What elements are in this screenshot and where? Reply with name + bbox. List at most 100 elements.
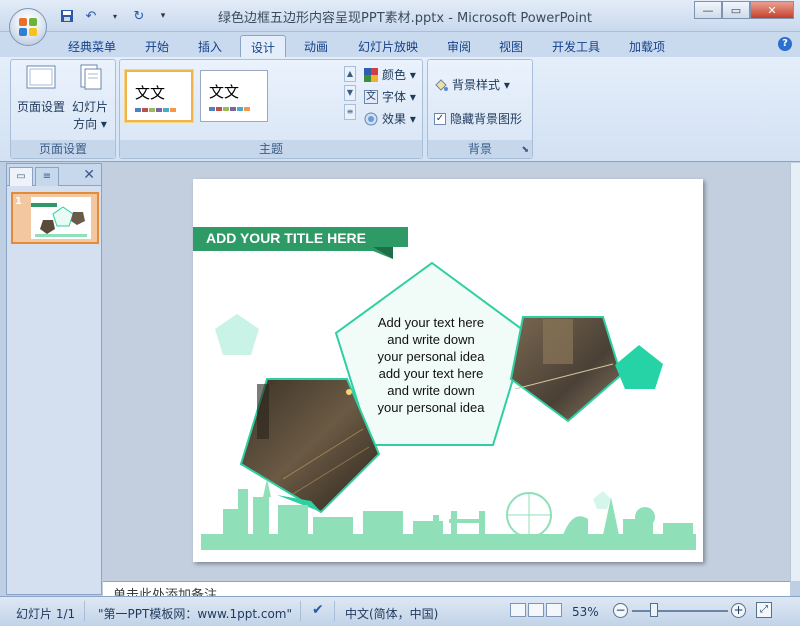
notes-pane[interactable]: 单击此处添加备注 xyxy=(103,581,790,596)
tab-home[interactable]: 开始 xyxy=(138,35,176,57)
page-setup-group: 页面设置 幻灯片 方向 ▾ 页面设置 xyxy=(10,59,116,159)
status-bar: 幻灯片 1/1 "第一PPT模板网：www.1ppt.com" ✔ 中文(简体，… xyxy=(0,596,800,626)
vertical-scrollbar[interactable] xyxy=(790,163,800,581)
office-logo-icon xyxy=(19,18,37,36)
status-separator xyxy=(300,601,301,621)
body-line: and write down xyxy=(387,332,475,347)
theme-thumbnail-office[interactable]: 文文 xyxy=(125,70,193,122)
ribbon-tabs: 经典菜单 开始 插入 设计 动画 幻灯片放映 审阅 视图 开发工具 加载项 ? xyxy=(0,32,800,57)
spellcheck-icon[interactable]: ✔ xyxy=(312,602,324,618)
slide-orientation-label-2: 方向 ▾ xyxy=(73,117,107,131)
theme-effects-label: 效果 ▾ xyxy=(382,112,416,126)
zoom-level[interactable]: 53% xyxy=(572,605,599,619)
fonts-icon: 文 xyxy=(364,89,378,104)
slideshow-view-icon[interactable] xyxy=(546,603,562,617)
tab-classic-menu[interactable]: 经典菜单 xyxy=(62,35,122,57)
checkbox-checked-icon: ✓ xyxy=(434,112,446,125)
background-styles-button[interactable]: 背景样式 ▾ xyxy=(434,76,510,93)
tab-view[interactable]: 视图 xyxy=(492,35,530,57)
slide-orientation-button[interactable]: 幻灯片 方向 ▾ xyxy=(67,64,113,133)
theme-scroll-down-button[interactable]: ▼ xyxy=(344,85,356,101)
slide-orientation-icon xyxy=(80,64,102,90)
slide-body-text[interactable]: Add your text here and write down your p… xyxy=(361,314,501,416)
slide-thumbnail[interactable]: 1 xyxy=(11,192,99,244)
close-button[interactable]: ✕ xyxy=(750,1,794,19)
outline-tab[interactable]: ≡ xyxy=(35,167,59,186)
tab-design[interactable]: 设计 xyxy=(240,35,286,57)
body-line: add your text here xyxy=(378,366,484,381)
theme-effects-button[interactable]: 效果 ▾ xyxy=(364,110,416,127)
background-styles-label: 背景样式 ▾ xyxy=(452,78,510,92)
zoom-in-icon[interactable]: + xyxy=(731,603,746,618)
city-skyline xyxy=(201,479,696,550)
close-pane-icon[interactable]: ✕ xyxy=(83,167,95,183)
ribbon: 页面设置 幻灯片 方向 ▾ 页面设置 文文 文文 ▲ ▼ ≡ 颜色 ▾ 文 字体… xyxy=(0,57,800,162)
notes-placeholder: 单击此处添加备注 xyxy=(113,588,218,596)
zoom-slider-track[interactable] xyxy=(632,610,728,612)
tab-review[interactable]: 审阅 xyxy=(440,35,478,57)
small-pentagon-right xyxy=(615,345,663,389)
window-title: 绿色边框五边形内容呈现PPT素材.pptx - Microsoft PowerP… xyxy=(218,11,592,26)
fit-to-window-icon[interactable]: ⤢ xyxy=(756,602,772,618)
slides-pane-tabs: ▭ ≡ ✕ xyxy=(7,164,101,186)
slide-orientation-label-1: 幻灯片 xyxy=(71,100,108,114)
minimize-button[interactable]: — xyxy=(694,1,722,19)
theme-scroll-up-button[interactable]: ▲ xyxy=(344,66,356,82)
tab-animation[interactable]: 动画 xyxy=(297,35,335,57)
normal-view-icon[interactable] xyxy=(510,603,526,617)
slide-editing-area: ADD YOUR TITLE HERE Add your text here a… xyxy=(103,163,790,581)
theme-colors-label: 颜色 ▾ xyxy=(382,68,416,82)
status-separator xyxy=(84,601,85,621)
maximize-button[interactable]: ▭ xyxy=(722,1,750,19)
background-group: 背景样式 ▾ ✓ 隐藏背景图形 背景 ⬊ xyxy=(427,59,533,159)
slide-count: 幻灯片 1/1 xyxy=(16,607,76,621)
theme-thumbnail-text: 文文 xyxy=(209,83,240,101)
slide-title-text[interactable]: ADD YOUR TITLE HERE xyxy=(206,230,366,246)
tab-addins[interactable]: 加载项 xyxy=(622,35,672,57)
slide-thumbnail-number: 1 xyxy=(15,196,22,207)
zoom-out-icon[interactable]: − xyxy=(613,603,628,618)
dialog-launcher-icon[interactable]: ⬊ xyxy=(521,145,529,155)
slides-pane: ▭ ≡ ✕ 1 xyxy=(6,163,102,595)
page-setup-button[interactable]: 页面设置 xyxy=(15,64,67,116)
body-line: and write down xyxy=(387,383,475,398)
theme-fonts-label: 字体 ▾ xyxy=(382,90,416,104)
theme-color-bars xyxy=(135,108,176,112)
hide-background-graphics-label: 隐藏背景图形 xyxy=(450,112,523,126)
theme-fonts-button[interactable]: 文 字体 ▾ xyxy=(364,88,416,105)
status-separator xyxy=(334,601,335,621)
body-line: your personal idea xyxy=(377,400,485,415)
tab-developer[interactable]: 开发工具 xyxy=(546,35,606,57)
page-setup-icon xyxy=(26,65,56,89)
slides-tab[interactable]: ▭ xyxy=(9,167,33,186)
theme-group: 文文 文文 ▲ ▼ ≡ 颜色 ▾ 文 字体 ▾ 效果 ▾ 主题 xyxy=(119,59,423,159)
slide-canvas[interactable]: ADD YOUR TITLE HERE Add your text here a… xyxy=(193,179,703,562)
slide-thumbnail-preview xyxy=(31,197,91,239)
page-setup-group-label: 页面设置 xyxy=(11,140,115,158)
zoom-slider-thumb[interactable] xyxy=(650,603,658,617)
tab-insert[interactable]: 插入 xyxy=(191,35,229,57)
paint-bucket-icon xyxy=(435,78,448,91)
effects-icon xyxy=(364,112,378,125)
slide-sorter-view-icon[interactable] xyxy=(528,603,544,617)
theme-group-label: 主题 xyxy=(120,140,422,158)
theme-thumbnail-text: 文文 xyxy=(135,84,166,102)
colors-icon xyxy=(364,67,378,82)
title-bar: ↶ ▾ ↻ ▾ 绿色边框五边形内容呈现PPT素材.pptx - Microsof… xyxy=(0,0,800,32)
theme-gallery-more-button[interactable]: ≡ xyxy=(344,104,356,120)
tiny-pentagon-skyline xyxy=(593,491,611,509)
theme-thumbnail-2[interactable]: 文文 xyxy=(200,70,268,122)
hide-background-graphics-checkbox[interactable]: ✓ 隐藏背景图形 xyxy=(434,110,522,127)
body-line: your personal idea xyxy=(377,349,485,364)
tab-slideshow[interactable]: 幻灯片放映 xyxy=(352,35,424,57)
theme-color-bars xyxy=(209,107,250,111)
help-icon[interactable]: ? xyxy=(778,37,792,51)
language[interactable]: 中文(简体，中国) xyxy=(345,605,438,622)
theme-colors-button[interactable]: 颜色 ▾ xyxy=(364,66,416,83)
office-button[interactable] xyxy=(9,8,47,46)
body-line: Add your text here xyxy=(377,315,485,330)
background-group-label: 背景 xyxy=(428,140,532,158)
page-setup-label: 页面设置 xyxy=(16,100,65,114)
theme-name: "第一PPT模板网：www.1ppt.com" xyxy=(98,607,293,621)
window-controls: — ▭ ✕ xyxy=(694,1,794,19)
